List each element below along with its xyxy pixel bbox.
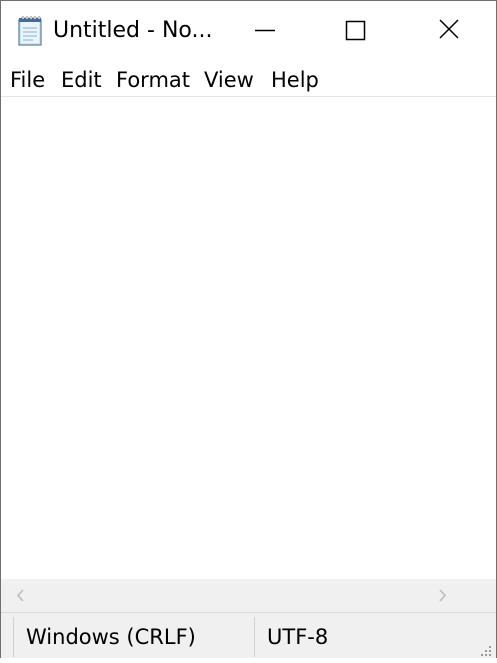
notepad-icon: [16, 15, 46, 47]
maximize-button[interactable]: [311, 1, 403, 61]
scroll-right-button[interactable]: [426, 579, 462, 612]
scroll-left-button[interactable]: [1, 579, 37, 612]
status-divider: [13, 617, 14, 657]
text-editor[interactable]: [1, 97, 496, 579]
close-button[interactable]: [403, 1, 495, 61]
status-bar: Windows (CRLF) UTF-8: [1, 612, 496, 658]
status-divider: [254, 617, 255, 657]
notepad-window: Untitled - No... File Edit Format View H…: [0, 0, 497, 658]
minimize-button[interactable]: [219, 1, 311, 61]
window-title: Untitled - No...: [53, 18, 213, 43]
line-ending-status: Windows (CRLF): [26, 625, 196, 649]
title-bar[interactable]: Untitled - No...: [1, 1, 496, 61]
menu-help[interactable]: Help: [271, 66, 319, 94]
menu-view[interactable]: View: [204, 66, 254, 94]
menu-format[interactable]: Format: [116, 66, 190, 94]
resize-grip-icon[interactable]: [477, 639, 493, 656]
encoding-status: UTF-8: [267, 625, 329, 649]
menu-bar: File Edit Format View Help: [1, 61, 496, 97]
horizontal-scrollbar[interactable]: [1, 579, 496, 612]
menu-file[interactable]: File: [10, 66, 45, 94]
menu-edit[interactable]: Edit: [61, 66, 102, 94]
